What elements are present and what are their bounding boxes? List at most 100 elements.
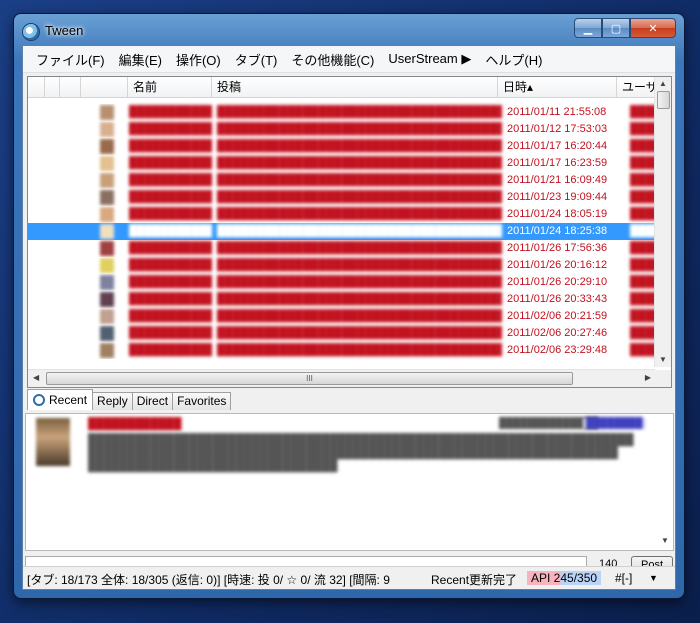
column-header-post[interactable]: 投稿 <box>212 77 498 97</box>
row-cell-blank <box>58 308 78 325</box>
row-user-name: ████████████ <box>129 140 212 152</box>
tab-label: Recent <box>49 392 88 407</box>
column-header-date[interactable]: 日時▴ <box>498 77 617 97</box>
row-cell-blank <box>28 325 44 342</box>
scroll-up-icon[interactable]: ▲ <box>659 79 667 88</box>
row-icon-cell <box>78 172 124 189</box>
status-message: Recent更新完了 <box>431 573 518 587</box>
timeline-header: 名前 投稿 日時▴ ユーザ <box>28 77 671 98</box>
horizontal-scroll-thumb[interactable]: III <box>46 372 573 385</box>
maximize-button[interactable]: ▢ <box>602 18 630 38</box>
menu-help[interactable]: ヘルプ(H) <box>478 50 549 69</box>
recent-tab-icon <box>33 394 45 406</box>
column-header-blank[interactable] <box>45 77 60 97</box>
row-cell-blank <box>28 291 44 308</box>
row-user-name: ████████████ <box>129 310 212 322</box>
scroll-right-icon[interactable]: ▶ <box>645 373 651 382</box>
table-row[interactable]: ██████████ ██████████████████████████████… <box>28 257 671 274</box>
row-icon-cell <box>78 155 124 172</box>
scroll-down-icon[interactable]: ▼ <box>661 536 669 545</box>
timeline-rows: ██████████ ██ ████████████ ████████████ ████… <box>28 98 671 374</box>
table-row[interactable]: ██████████ ██████████████████████████████… <box>28 155 671 172</box>
row-cell-blank <box>58 155 78 172</box>
row-cell-blank <box>28 274 44 291</box>
detail-user-name[interactable]: ████████████ <box>88 418 182 430</box>
menu-edit[interactable]: 編集(E) <box>112 50 169 69</box>
tab-recent[interactable]: Recent <box>27 389 94 410</box>
row-user-name: ████████████ <box>129 191 212 203</box>
row-cell-blank <box>28 155 44 172</box>
table-row[interactable]: ██████████ ██████████████████████████████… <box>28 172 671 189</box>
row-user-name: ████████████ <box>129 242 212 254</box>
detail-source-link[interactable]: ████████ <box>583 418 646 429</box>
row-cell-blank <box>28 206 44 223</box>
status-bar: [タブ: 18/173 全体: 18/305 (返信: 0)] [時速: 投 0… <box>23 566 675 589</box>
menu-other-functions[interactable]: その他機能(C) <box>284 50 381 69</box>
vertical-scroll-thumb[interactable] <box>657 91 670 109</box>
row-cell-blank <box>58 291 78 308</box>
menu-userstream[interactable]: UserStream ▶ <box>381 51 478 67</box>
tab-direct[interactable]: Direct <box>131 392 174 410</box>
table-row[interactable]: ██████████ ██████████████████████████████… <box>28 308 671 325</box>
close-icon: ✕ <box>648 22 658 35</box>
scroll-down-icon[interactable]: ▼ <box>659 355 667 364</box>
row-icon-cell <box>78 325 124 342</box>
menu-tab[interactable]: タブ(T) <box>228 50 285 69</box>
table-row[interactable]: ██████████ ██████████████████████████████… <box>28 138 671 155</box>
column-header-name[interactable]: 名前 <box>128 77 212 97</box>
minimize-button[interactable]: ▁ <box>574 18 602 38</box>
column-header-blank[interactable] <box>28 77 45 97</box>
row-cell-blank <box>44 138 58 155</box>
timeline-horizontal-scrollbar[interactable]: ◀ III ▶ <box>28 369 655 387</box>
table-row[interactable]: ██████████ ██████████████████████████████… <box>28 325 671 342</box>
column-header-blank[interactable] <box>60 77 81 97</box>
row-icon-cell <box>78 342 124 359</box>
table-row[interactable]: ██████████ ██████████████████████████████… <box>28 291 671 308</box>
row-date: 2011/02/06 20:21:59 <box>507 310 608 322</box>
row-user-name: ████████████ <box>129 174 212 186</box>
menu-operation[interactable]: 操作(O) <box>169 50 228 69</box>
row-user-name: ████████████ <box>129 157 212 169</box>
table-row[interactable]: ██████████ ██████████████████████████████… <box>28 206 671 223</box>
tab-reply[interactable]: Reply <box>92 392 133 410</box>
title-bar[interactable]: Tween ▁ ▢ ✕ <box>14 14 684 46</box>
row-user-name: ████████████ <box>129 327 212 339</box>
row-date: 2011/01/26 20:16:12 <box>507 259 608 271</box>
row-post-text: ████████████████████████████████████████… <box>217 140 502 152</box>
row-user-name: ████████████ <box>129 276 212 288</box>
table-row[interactable]: ██████████ ██████████████████████████████… <box>28 240 671 257</box>
detail-scrollbar[interactable]: ▼ <box>657 414 673 548</box>
table-row[interactable]: ██████████ ██████████████████████████████… <box>28 189 671 206</box>
row-post-text: ████████████████████████████████████████… <box>217 225 502 237</box>
row-date: 2011/01/26 17:56:36 <box>507 242 608 254</box>
row-cell-blank <box>58 342 78 359</box>
row-post-text: ████████████████████████████████████████… <box>217 191 502 203</box>
chevron-down-icon[interactable]: ▼ <box>649 573 658 583</box>
avatar <box>100 224 114 239</box>
table-row[interactable]: ██████████ ██████████████████████████████… <box>28 274 671 291</box>
table-row[interactable]: ██████████ ██████████████████████████████… <box>28 121 671 138</box>
row-date: 2011/01/26 20:29:10 <box>507 276 608 288</box>
table-row[interactable]: ██████████ ██████████████████████████████… <box>28 342 671 359</box>
timeline-vertical-scrollbar[interactable]: ▲ ▼ <box>654 77 671 367</box>
scroll-left-icon[interactable]: ◀ <box>33 373 39 382</box>
api-limit-indicator: API 245/350 <box>527 571 602 585</box>
row-icon-cell <box>78 138 124 155</box>
row-post-text: ████████████████████████████████████████… <box>217 157 502 169</box>
row-icon-cell <box>78 257 124 274</box>
row-user-name: ████████████ <box>129 344 212 356</box>
table-row[interactable]: ██████████ ██████████████████████████████… <box>28 223 671 240</box>
row-post-text: ████████████████████████████████████████… <box>217 276 502 288</box>
avatar <box>100 105 114 120</box>
row-cell-blank <box>44 121 58 138</box>
timeline-list[interactable]: 名前 投稿 日時▴ ユーザ ██████████ ██ ████████████ ██… <box>27 76 672 388</box>
row-cell-blank <box>28 172 44 189</box>
column-header-icon[interactable] <box>81 77 128 97</box>
table-row[interactable]: ██████████ ██████████████████████████████… <box>28 104 671 121</box>
tab-favorites[interactable]: Favorites <box>172 392 232 410</box>
status-stats: [タブ: 18/173 全体: 18/305 (返信: 0)] [時速: 投 0… <box>27 573 390 587</box>
menu-file[interactable]: ファイル(F) <box>29 50 112 69</box>
close-button[interactable]: ✕ <box>630 18 676 38</box>
status-menu[interactable]: #[-] <box>615 571 632 585</box>
row-post-text: ████████████████████████████████████████… <box>217 310 502 322</box>
